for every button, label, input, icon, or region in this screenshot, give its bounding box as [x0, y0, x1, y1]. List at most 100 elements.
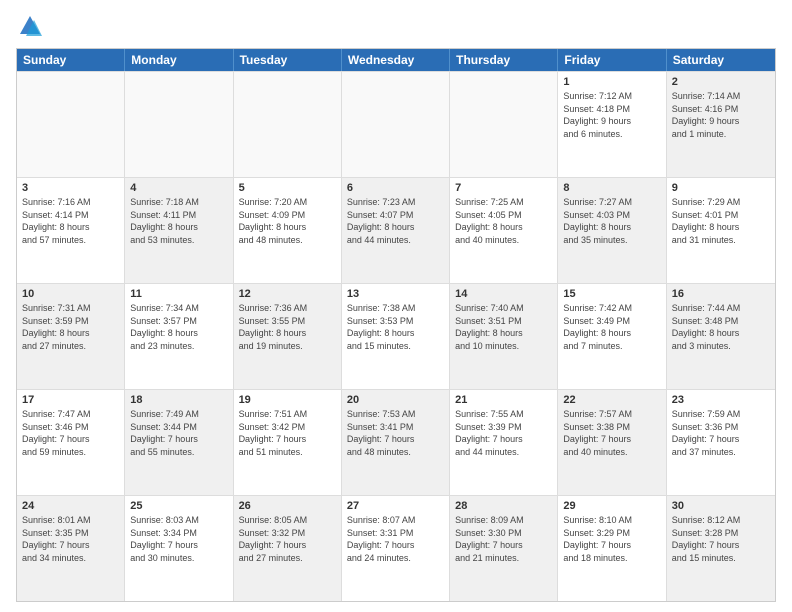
cal-cell-day-14: 14Sunrise: 7:40 AM Sunset: 3:51 PM Dayli…: [450, 284, 558, 389]
header-day-tuesday: Tuesday: [234, 49, 342, 71]
day-info: Sunrise: 7:38 AM Sunset: 3:53 PM Dayligh…: [347, 303, 416, 351]
day-number: 9: [672, 181, 770, 196]
day-number: 18: [130, 393, 227, 408]
day-number: 16: [672, 287, 770, 302]
cal-cell-empty-0-0: [17, 72, 125, 177]
day-info: Sunrise: 8:05 AM Sunset: 3:32 PM Dayligh…: [239, 515, 308, 563]
cal-cell-day-24: 24Sunrise: 8:01 AM Sunset: 3:35 PM Dayli…: [17, 496, 125, 601]
cal-cell-day-27: 27Sunrise: 8:07 AM Sunset: 3:31 PM Dayli…: [342, 496, 450, 601]
day-number: 10: [22, 287, 119, 302]
cal-cell-day-9: 9Sunrise: 7:29 AM Sunset: 4:01 PM Daylig…: [667, 178, 775, 283]
cal-cell-day-16: 16Sunrise: 7:44 AM Sunset: 3:48 PM Dayli…: [667, 284, 775, 389]
day-number: 1: [563, 75, 660, 90]
day-number: 14: [455, 287, 552, 302]
day-info: Sunrise: 7:53 AM Sunset: 3:41 PM Dayligh…: [347, 409, 416, 457]
header-day-thursday: Thursday: [450, 49, 558, 71]
day-info: Sunrise: 7:18 AM Sunset: 4:11 PM Dayligh…: [130, 197, 199, 245]
calendar: SundayMondayTuesdayWednesdayThursdayFrid…: [16, 48, 776, 602]
day-info: Sunrise: 7:51 AM Sunset: 3:42 PM Dayligh…: [239, 409, 308, 457]
cal-cell-day-22: 22Sunrise: 7:57 AM Sunset: 3:38 PM Dayli…: [558, 390, 666, 495]
day-info: Sunrise: 8:10 AM Sunset: 3:29 PM Dayligh…: [563, 515, 632, 563]
day-number: 7: [455, 181, 552, 196]
cal-cell-day-8: 8Sunrise: 7:27 AM Sunset: 4:03 PM Daylig…: [558, 178, 666, 283]
cal-cell-day-11: 11Sunrise: 7:34 AM Sunset: 3:57 PM Dayli…: [125, 284, 233, 389]
day-number: 8: [563, 181, 660, 196]
cal-cell-day-1: 1Sunrise: 7:12 AM Sunset: 4:18 PM Daylig…: [558, 72, 666, 177]
cal-cell-day-20: 20Sunrise: 7:53 AM Sunset: 3:41 PM Dayli…: [342, 390, 450, 495]
day-info: Sunrise: 8:01 AM Sunset: 3:35 PM Dayligh…: [22, 515, 91, 563]
cal-cell-empty-0-4: [450, 72, 558, 177]
header-day-saturday: Saturday: [667, 49, 775, 71]
day-number: 5: [239, 181, 336, 196]
day-info: Sunrise: 7:16 AM Sunset: 4:14 PM Dayligh…: [22, 197, 91, 245]
cal-cell-day-26: 26Sunrise: 8:05 AM Sunset: 3:32 PM Dayli…: [234, 496, 342, 601]
header-day-monday: Monday: [125, 49, 233, 71]
calendar-row-2: 3Sunrise: 7:16 AM Sunset: 4:14 PM Daylig…: [17, 177, 775, 283]
day-number: 3: [22, 181, 119, 196]
day-info: Sunrise: 7:31 AM Sunset: 3:59 PM Dayligh…: [22, 303, 91, 351]
day-info: Sunrise: 7:29 AM Sunset: 4:01 PM Dayligh…: [672, 197, 741, 245]
day-info: Sunrise: 7:49 AM Sunset: 3:44 PM Dayligh…: [130, 409, 199, 457]
cal-cell-day-12: 12Sunrise: 7:36 AM Sunset: 3:55 PM Dayli…: [234, 284, 342, 389]
day-info: Sunrise: 7:34 AM Sunset: 3:57 PM Dayligh…: [130, 303, 199, 351]
day-info: Sunrise: 7:20 AM Sunset: 4:09 PM Dayligh…: [239, 197, 308, 245]
day-number: 26: [239, 499, 336, 514]
calendar-row-5: 24Sunrise: 8:01 AM Sunset: 3:35 PM Dayli…: [17, 495, 775, 601]
day-number: 19: [239, 393, 336, 408]
cal-cell-empty-0-2: [234, 72, 342, 177]
day-info: Sunrise: 7:47 AM Sunset: 3:46 PM Dayligh…: [22, 409, 91, 457]
cal-cell-day-10: 10Sunrise: 7:31 AM Sunset: 3:59 PM Dayli…: [17, 284, 125, 389]
cal-cell-empty-0-1: [125, 72, 233, 177]
cal-cell-empty-0-3: [342, 72, 450, 177]
day-info: Sunrise: 7:44 AM Sunset: 3:48 PM Dayligh…: [672, 303, 741, 351]
cal-cell-day-13: 13Sunrise: 7:38 AM Sunset: 3:53 PM Dayli…: [342, 284, 450, 389]
day-number: 29: [563, 499, 660, 514]
calendar-row-4: 17Sunrise: 7:47 AM Sunset: 3:46 PM Dayli…: [17, 389, 775, 495]
day-info: Sunrise: 7:27 AM Sunset: 4:03 PM Dayligh…: [563, 197, 632, 245]
cal-cell-day-15: 15Sunrise: 7:42 AM Sunset: 3:49 PM Dayli…: [558, 284, 666, 389]
day-info: Sunrise: 8:12 AM Sunset: 3:28 PM Dayligh…: [672, 515, 741, 563]
calendar-row-3: 10Sunrise: 7:31 AM Sunset: 3:59 PM Dayli…: [17, 283, 775, 389]
day-info: Sunrise: 7:42 AM Sunset: 3:49 PM Dayligh…: [563, 303, 632, 351]
header-day-wednesday: Wednesday: [342, 49, 450, 71]
cal-cell-day-18: 18Sunrise: 7:49 AM Sunset: 3:44 PM Dayli…: [125, 390, 233, 495]
day-info: Sunrise: 7:36 AM Sunset: 3:55 PM Dayligh…: [239, 303, 308, 351]
cal-cell-day-7: 7Sunrise: 7:25 AM Sunset: 4:05 PM Daylig…: [450, 178, 558, 283]
day-number: 15: [563, 287, 660, 302]
logo-icon: [16, 12, 44, 40]
cal-cell-day-19: 19Sunrise: 7:51 AM Sunset: 3:42 PM Dayli…: [234, 390, 342, 495]
day-number: 12: [239, 287, 336, 302]
day-info: Sunrise: 7:14 AM Sunset: 4:16 PM Dayligh…: [672, 91, 741, 139]
cal-cell-day-28: 28Sunrise: 8:09 AM Sunset: 3:30 PM Dayli…: [450, 496, 558, 601]
day-number: 13: [347, 287, 444, 302]
day-number: 20: [347, 393, 444, 408]
day-info: Sunrise: 7:23 AM Sunset: 4:07 PM Dayligh…: [347, 197, 416, 245]
cal-cell-day-29: 29Sunrise: 8:10 AM Sunset: 3:29 PM Dayli…: [558, 496, 666, 601]
day-number: 6: [347, 181, 444, 196]
day-info: Sunrise: 7:40 AM Sunset: 3:51 PM Dayligh…: [455, 303, 524, 351]
day-info: Sunrise: 7:57 AM Sunset: 3:38 PM Dayligh…: [563, 409, 632, 457]
day-number: 28: [455, 499, 552, 514]
cal-cell-day-25: 25Sunrise: 8:03 AM Sunset: 3:34 PM Dayli…: [125, 496, 233, 601]
day-info: Sunrise: 8:09 AM Sunset: 3:30 PM Dayligh…: [455, 515, 524, 563]
day-number: 4: [130, 181, 227, 196]
day-info: Sunrise: 7:55 AM Sunset: 3:39 PM Dayligh…: [455, 409, 524, 457]
day-number: 27: [347, 499, 444, 514]
cal-cell-day-4: 4Sunrise: 7:18 AM Sunset: 4:11 PM Daylig…: [125, 178, 233, 283]
page: SundayMondayTuesdayWednesdayThursdayFrid…: [0, 0, 792, 612]
calendar-body: 1Sunrise: 7:12 AM Sunset: 4:18 PM Daylig…: [17, 71, 775, 601]
calendar-row-1: 1Sunrise: 7:12 AM Sunset: 4:18 PM Daylig…: [17, 71, 775, 177]
cal-cell-day-30: 30Sunrise: 8:12 AM Sunset: 3:28 PM Dayli…: [667, 496, 775, 601]
day-number: 23: [672, 393, 770, 408]
logo: [16, 12, 48, 40]
header-day-friday: Friday: [558, 49, 666, 71]
day-number: 21: [455, 393, 552, 408]
day-number: 24: [22, 499, 119, 514]
calendar-header: SundayMondayTuesdayWednesdayThursdayFrid…: [17, 49, 775, 71]
day-number: 30: [672, 499, 770, 514]
day-number: 22: [563, 393, 660, 408]
day-info: Sunrise: 7:59 AM Sunset: 3:36 PM Dayligh…: [672, 409, 741, 457]
day-number: 2: [672, 75, 770, 90]
day-number: 17: [22, 393, 119, 408]
day-number: 25: [130, 499, 227, 514]
